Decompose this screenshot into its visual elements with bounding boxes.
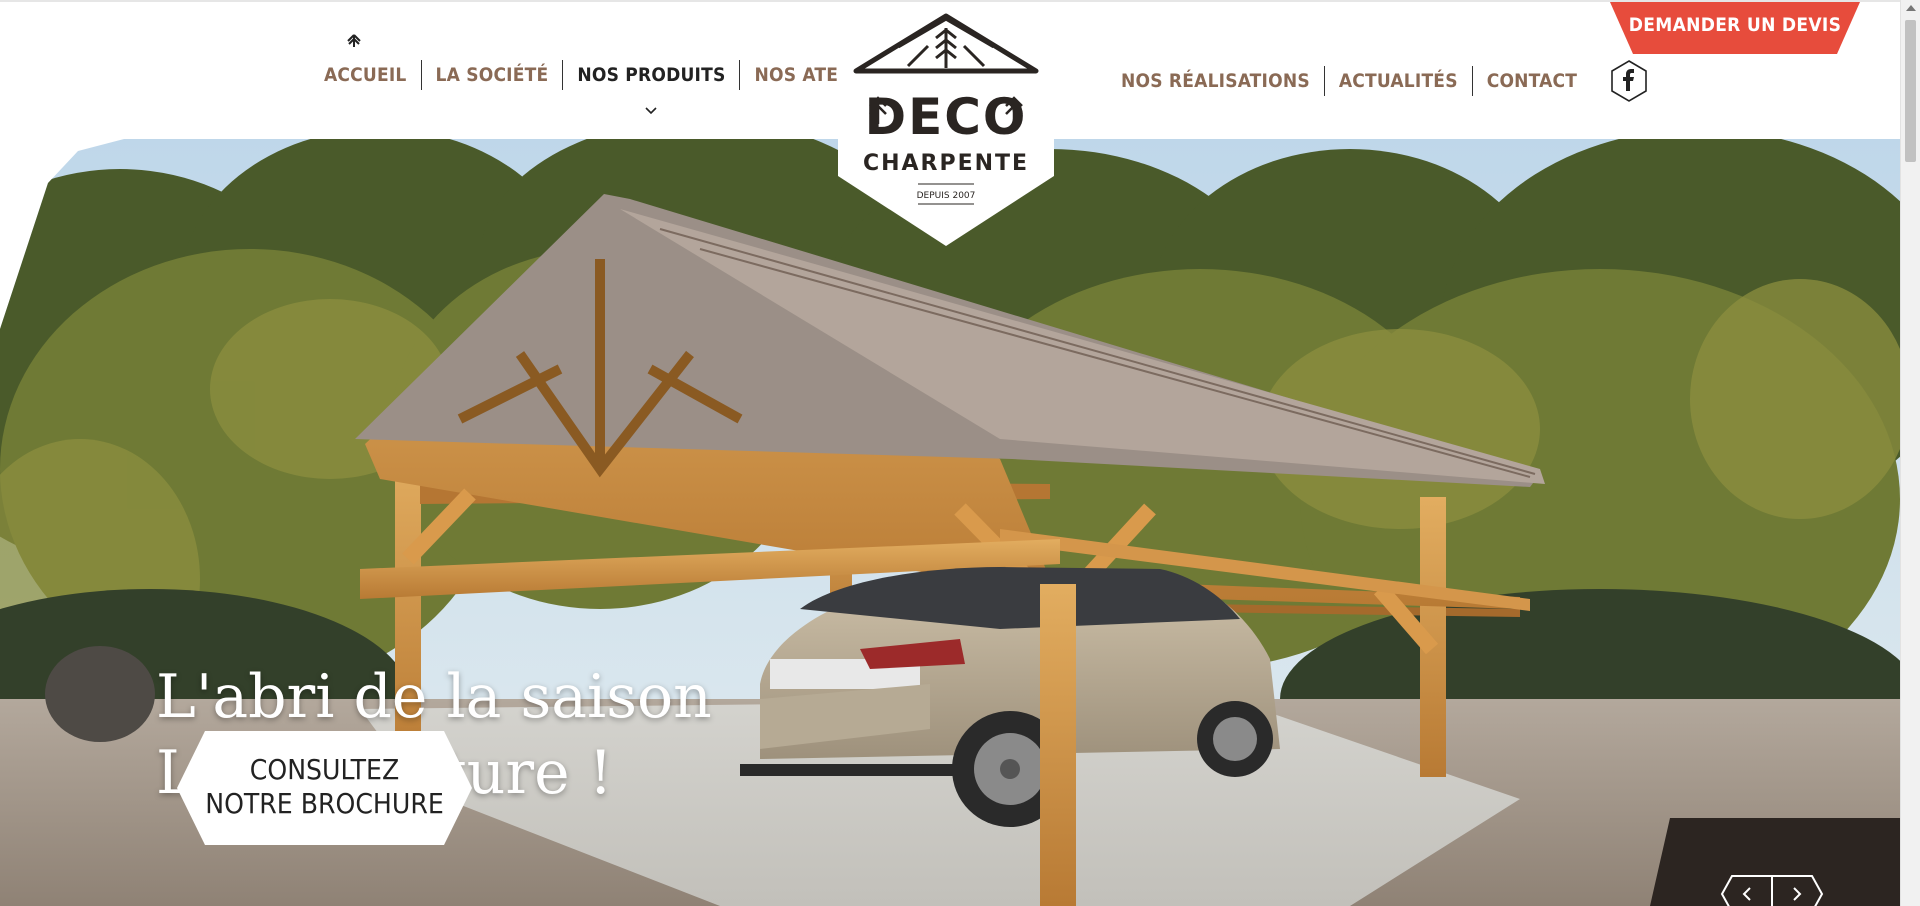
scrollbar-thumb[interactable] — [1905, 20, 1916, 162]
hero-headline-line-1: L'abri de la saison — [156, 662, 712, 732]
nav-nos-produits-label: NOS PRODUITS — [577, 64, 726, 86]
chevron-down-icon — [644, 94, 658, 124]
logo-tagline: DEPUIS 2007 — [917, 191, 976, 201]
home-tree-icon — [346, 34, 362, 51]
request-quote-button[interactable]: DEMANDER UN DEVIS — [1610, 2, 1860, 54]
nav-la-societe[interactable]: LA SOCIÉTÉ — [422, 60, 563, 90]
facebook-icon — [1611, 60, 1647, 102]
slider-next-button[interactable] — [1771, 874, 1824, 906]
slider-prev-button[interactable] — [1720, 874, 1773, 906]
arrow-left-icon — [1720, 875, 1773, 906]
slider-controls — [1650, 818, 1900, 906]
nav-nos-produits[interactable]: NOS PRODUITS — [563, 60, 739, 115]
logo-deco-text: DECO — [865, 88, 1028, 146]
nav-accueil[interactable]: ACCUEIL — [310, 60, 421, 90]
brochure-button-label: CONSULTEZ NOTRE BROCHURE — [177, 753, 472, 821]
brochure-line-1: CONSULTEZ — [249, 753, 400, 786]
nav-contact[interactable]: CONTACT — [1473, 66, 1591, 96]
brochure-button[interactable]: CONSULTEZ NOTRE BROCHURE — [177, 731, 472, 845]
brochure-line-2: NOTRE BROCHURE — [205, 787, 444, 820]
logo-badge: DECO CHARPENTE DEPUIS 2007 — [838, 6, 1054, 246]
logo-charpente-text: CHARPENTE — [863, 151, 1029, 176]
site-logo[interactable]: DECO CHARPENTE DEPUIS 2007 — [838, 6, 1054, 252]
nav-actualites[interactable]: ACTUALITÉS — [1325, 66, 1472, 96]
main-nav-right: NOS RÉALISATIONS ACTUALITÉS CONTACT — [1107, 60, 1649, 102]
arrow-right-icon — [1771, 875, 1824, 906]
facebook-button[interactable] — [1609, 60, 1649, 102]
hero-slider: L'abri de la saison L'abri voiture ! CON… — [0, 139, 1900, 906]
scroll-up-arrow-icon[interactable] — [1906, 5, 1916, 11]
page-scrollbar[interactable] — [1900, 0, 1920, 906]
request-quote-label: DEMANDER UN DEVIS — [1628, 14, 1842, 36]
nav-nos-realisations[interactable]: NOS RÉALISATIONS — [1107, 66, 1324, 96]
main-nav-left: ACCUEIL LA SOCIÉTÉ NOS PRODUITS NOS ATEL… — [310, 60, 907, 115]
